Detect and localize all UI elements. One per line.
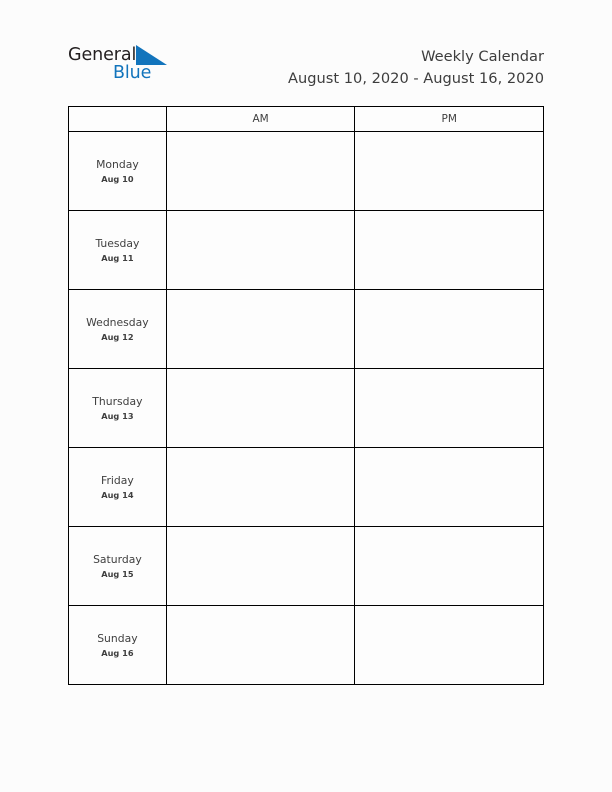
pm-slot-saturday[interactable] (354, 526, 544, 606)
day-name-label: Monday (96, 157, 139, 171)
table-row: Friday Aug 14 (68, 447, 544, 527)
day-name-label: Tuesday (95, 236, 140, 250)
am-slot-saturday[interactable] (165, 526, 356, 606)
am-slot-tuesday[interactable] (165, 210, 356, 290)
table-row: Wednesday Aug 12 (68, 289, 544, 369)
day-date-label: Aug 11 (101, 252, 134, 263)
am-slot-wednesday[interactable] (165, 289, 356, 369)
date-range-label: August 10, 2020 - August 16, 2020 (288, 70, 544, 87)
day-date-label: Aug 10 (101, 173, 134, 184)
header-cell-day (68, 106, 167, 132)
day-name-label: Wednesday (86, 315, 149, 329)
am-slot-sunday[interactable] (165, 605, 356, 685)
day-name-label: Friday (101, 473, 134, 487)
day-date-label: Aug 15 (101, 568, 134, 579)
header-cell-am: AM (165, 106, 356, 132)
day-name-label: Sunday (97, 631, 138, 645)
page-title: Weekly Calendar (421, 48, 544, 65)
weekly-calendar-table: AM PM Monday Aug 10 Tuesday Aug 11 Wedne… (68, 106, 544, 685)
table-body: Monday Aug 10 Tuesday Aug 11 Wednesday A… (68, 131, 544, 685)
day-date-label: Aug 16 (101, 647, 134, 658)
table-row: Saturday Aug 15 (68, 526, 544, 606)
day-date-label: Aug 13 (101, 410, 134, 421)
day-cell-saturday: Saturday Aug 15 (68, 526, 167, 606)
pm-slot-thursday[interactable] (354, 368, 544, 448)
pm-slot-sunday[interactable] (354, 605, 544, 685)
day-date-label: Aug 14 (101, 489, 134, 500)
day-date-label: Aug 12 (101, 331, 134, 342)
table-header: AM PM (68, 106, 544, 132)
pm-slot-tuesday[interactable] (354, 210, 544, 290)
header-row: AM PM (68, 106, 544, 132)
day-cell-wednesday: Wednesday Aug 12 (68, 289, 167, 369)
brand-name-blue: Blue (113, 63, 152, 83)
header-cell-pm: PM (354, 106, 544, 132)
day-name-label: Saturday (93, 552, 142, 566)
day-cell-sunday: Sunday Aug 16 (68, 605, 167, 685)
day-cell-thursday: Thursday Aug 13 (68, 368, 167, 448)
day-cell-monday: Monday Aug 10 (68, 131, 167, 211)
table-row: Sunday Aug 16 (68, 605, 544, 685)
am-slot-monday[interactable] (165, 131, 356, 211)
page-header: General Blue Weekly Calendar August 10, … (68, 44, 544, 96)
title-block: Weekly Calendar August 10, 2020 - August… (204, 46, 544, 89)
table-row: Thursday Aug 13 (68, 368, 544, 448)
table-row: Monday Aug 10 (68, 131, 544, 211)
pm-slot-friday[interactable] (354, 447, 544, 527)
table-row: Tuesday Aug 11 (68, 210, 544, 290)
day-cell-friday: Friday Aug 14 (68, 447, 167, 527)
am-slot-friday[interactable] (165, 447, 356, 527)
day-cell-tuesday: Tuesday Aug 11 (68, 210, 167, 290)
day-name-label: Thursday (92, 394, 143, 408)
pm-slot-wednesday[interactable] (354, 289, 544, 369)
am-slot-thursday[interactable] (165, 368, 356, 448)
pm-slot-monday[interactable] (354, 131, 544, 211)
